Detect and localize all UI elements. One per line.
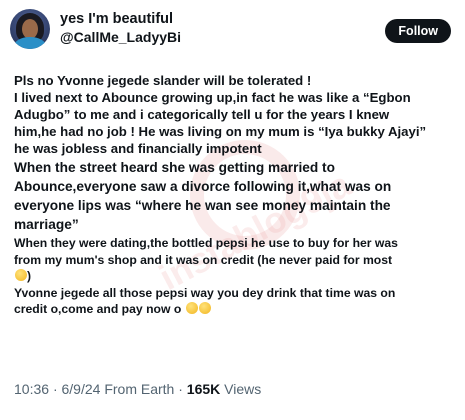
text-line: he was jobless and financially impotent [14,141,262,156]
meta-separator: · [52,381,58,397]
display-name[interactable]: yes I'm beautiful [60,10,181,28]
tweet-paragraph-1: Pls no Yvonne jegede slander will be tol… [14,72,454,157]
text-line: Adugbo” to me and i categorically tell u… [14,107,390,122]
text-line: everyone lips was “where he wan see mone… [14,198,391,213]
text-line: When they were dating,the bottled pepsi … [14,236,398,250]
text-line: credit o,come and pay now o [14,301,454,318]
avatar[interactable] [10,9,50,49]
avatar-body [14,37,46,49]
tweet-paragraph-3: When they were dating,the bottled pepsi … [14,235,454,285]
smiling-emoji-icon [185,302,198,314]
tweet-text: Pls no Yvonne jegede slander will be tol… [14,72,454,318]
views-label: Views [224,381,262,397]
tweet-date[interactable]: 6/9/24 [62,381,101,397]
text-segment: credit o,come and pay now o [14,302,182,316]
closing-paren: ) [27,269,32,283]
text-line: ) [14,268,454,285]
author-names: yes I'm beautiful @CallMe_LadyyBi [60,10,181,46]
text-line: Yvonne jegede all those pepsi way you de… [14,285,396,300]
tweet-paragraph-4: Yvonne jegede all those pepsi way you de… [14,285,454,318]
text-line: from my mum's shop and it was on credit … [14,252,393,267]
meta-separator: · [178,381,183,397]
text-line: I lived next to Abounce growing up,in fa… [14,90,411,105]
laughing-emoji-icon [15,269,27,281]
text-line: When the street heard she was getting ma… [14,160,335,175]
views-count[interactable]: 165K [187,381,220,397]
tweet-source: From Earth [104,381,175,397]
text-line: him,he had no job ! He was living on my … [14,124,427,139]
tweet-paragraph-2: When the street heard she was getting ma… [14,158,454,234]
tweet-time[interactable]: 10:36 [14,381,49,397]
text-line: marriage” [14,217,79,232]
smiling-emoji-icon [198,302,211,314]
follow-button[interactable]: Follow [385,19,451,43]
text-line: Pls no Yvonne jegede slander will be tol… [14,73,312,88]
text-line: Abounce,everyone saw a divorce following… [14,179,392,194]
user-handle[interactable]: @CallMe_LadyyBi [60,28,181,46]
avatar-face [22,19,38,39]
tweet-meta: 10:36 · 6/9/24 From Earth · 165K Views [14,380,261,398]
tweet-header: yes I'm beautiful @CallMe_LadyyBi Follow [10,9,455,53]
